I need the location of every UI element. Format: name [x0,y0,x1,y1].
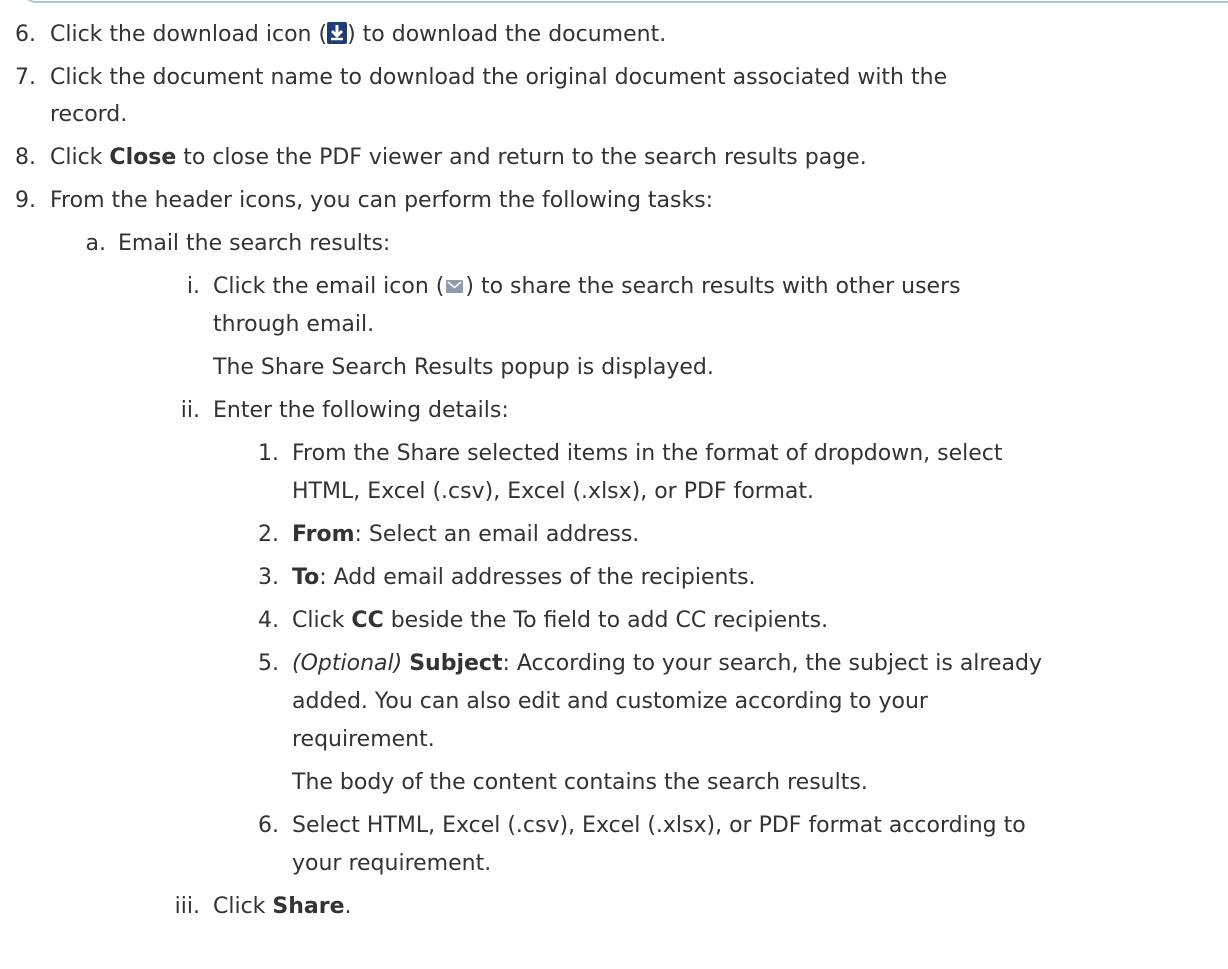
close-label: Close [109,145,177,170]
step-text: Click CC beside the To field to add CC r… [292,608,829,633]
step-number: 7. [15,65,36,90]
substep-i-cont: through email. [213,312,375,337]
detail-5-cont: added. You can also edit and customize a… [292,689,928,714]
step-text: Email the search results: [118,231,391,256]
step-text: Click Close to close the PDF viewer and … [50,145,867,170]
step-number: 2. [258,522,279,547]
detail-5-cont-2: requirement. [292,727,435,752]
step-number: 9. [15,188,36,213]
download-icon [327,22,348,44]
step-text: From: Select an email address. [292,522,640,547]
step-number: i. [186,274,200,299]
detail-5-result: The body of the content contains the sea… [292,770,868,795]
share-label: Share [272,894,345,919]
email-icon [446,280,464,293]
step-text: Enter the following details: [213,398,509,423]
step-text: Click the document name to download the … [50,65,948,90]
step-text: From the Share selected items in the for… [292,441,1003,466]
step-number: 3. [258,565,279,590]
step-number: 1. [258,441,279,466]
step-number: 6. [258,813,279,838]
step-number: a. [85,231,106,256]
step-number: 8. [15,145,36,170]
step-number: 5. [258,651,279,676]
step-text: From the header icons, you can perform t… [50,188,714,213]
step-text: Click the download icon () to download t… [50,22,667,47]
note-box-border [22,0,1228,3]
step-number: iii. [174,894,200,919]
step-text: Select HTML, Excel (.csv), Excel (.xlsx)… [292,813,1026,838]
step-number: 6. [15,22,36,47]
step-text: (Optional) Subject: According to your se… [292,651,1042,676]
step-number: 4. [258,608,279,633]
step-number: ii. [180,398,200,423]
step-text: Click Share. [213,894,352,919]
step-text: Click the email icon () to share the sea… [213,274,961,299]
step-7-cont: record. [50,102,128,127]
step-text: To: Add email addresses of the recipient… [292,565,756,590]
detail-6-cont: your requirement. [292,851,492,876]
detail-1-cont: HTML, Excel (.csv), Excel (.xlsx), or PD… [292,479,814,504]
substep-i-result: The Share Search Results popup is displa… [213,355,714,380]
